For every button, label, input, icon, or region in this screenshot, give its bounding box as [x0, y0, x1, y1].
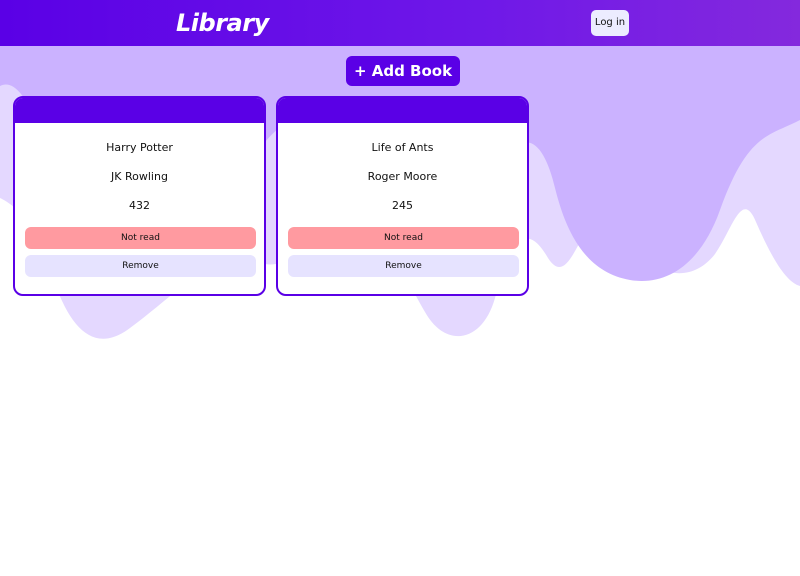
book-title: Life of Ants — [371, 141, 434, 154]
remove-book-button[interactable]: Remove — [288, 255, 519, 277]
book-title: Harry Potter — [106, 141, 173, 154]
book-card-header — [15, 98, 264, 123]
library-page: Library Log in + Add Book Harry Potter J… — [0, 0, 800, 576]
book-author: JK Rowling — [111, 170, 168, 183]
book-author: Roger Moore — [367, 170, 438, 183]
log-in-button[interactable]: Log in — [591, 10, 629, 36]
book-pages: 432 — [129, 199, 150, 212]
book-card: Harry Potter JK Rowling 432 Not read Rem… — [13, 96, 266, 296]
read-status-button[interactable]: Not read — [25, 227, 256, 249]
book-pages: 245 — [392, 199, 413, 212]
app-title: Library — [176, 9, 269, 37]
add-book-button[interactable]: + Add Book — [346, 56, 460, 86]
book-card: Life of Ants Roger Moore 245 Not read Re… — [276, 96, 529, 296]
app-header: Library Log in — [0, 0, 800, 46]
book-card-header — [278, 98, 527, 123]
read-status-button[interactable]: Not read — [288, 227, 519, 249]
remove-book-button[interactable]: Remove — [25, 255, 256, 277]
